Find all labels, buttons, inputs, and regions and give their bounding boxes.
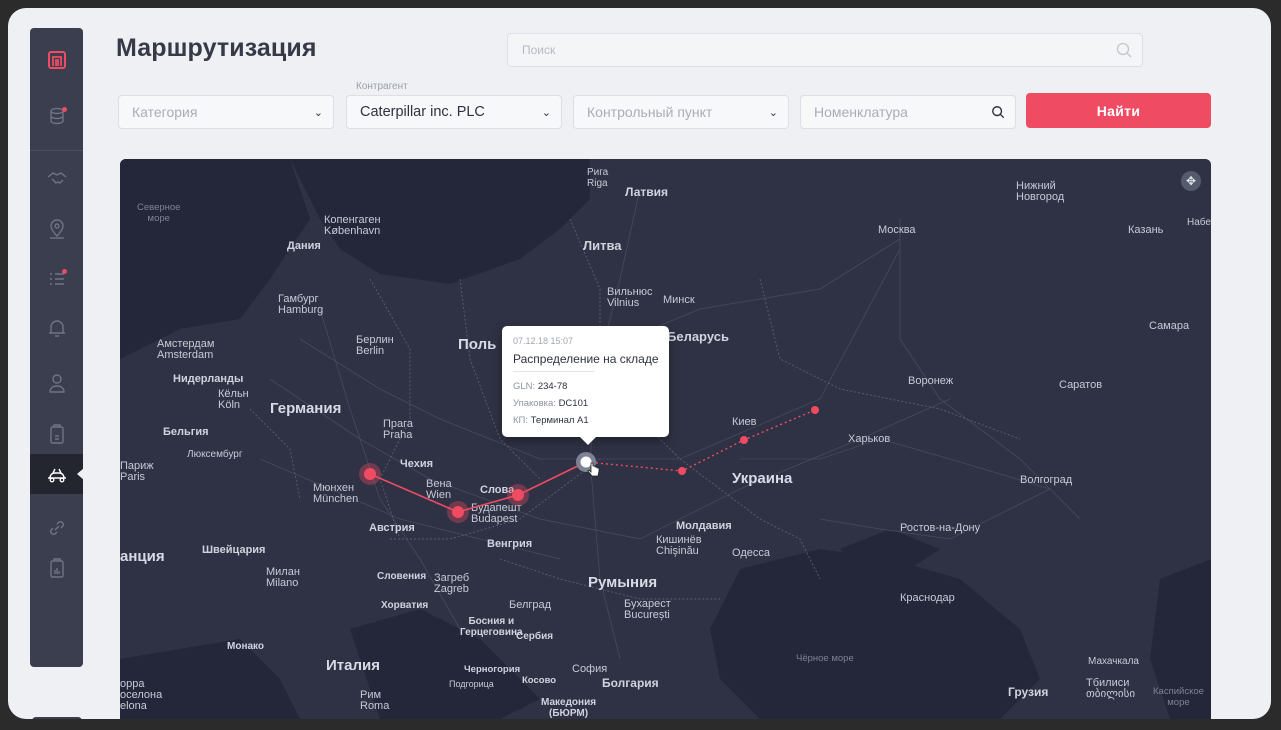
sidebar-item-database[interactable]	[30, 96, 83, 136]
sidebar	[30, 28, 84, 667]
search-icon[interactable]	[1116, 42, 1132, 58]
notification-dot	[62, 269, 67, 274]
document-icon	[49, 424, 64, 444]
user-icon	[48, 374, 65, 393]
route-point-tooltip: 07.12.18 15:07 Распределение на складе G…	[502, 326, 669, 445]
counterparty-label: Контрагент	[356, 81, 408, 92]
checkpoint-placeholder: Контрольный пункт	[587, 104, 713, 120]
tooltip-package: Упаковка: DC101	[513, 398, 589, 409]
chevron-down-icon: ⌄	[313, 106, 323, 119]
find-button[interactable]: Найти	[1026, 93, 1211, 128]
route-point-planned[interactable]	[811, 406, 819, 414]
tooltip-gln: GLN: 234-78	[513, 381, 568, 392]
tooltip-divider	[513, 371, 595, 372]
handshake-icon	[47, 172, 66, 184]
sidebar-item-reports[interactable]	[30, 548, 83, 588]
sidebar-logo[interactable]	[30, 40, 83, 80]
route-point-planned[interactable]	[740, 436, 748, 444]
sidebar-item-routing[interactable]	[30, 454, 84, 494]
nomenclature-field[interactable]: Номенклатура	[800, 95, 1016, 129]
checkpoint-select[interactable]: Контрольный пункт ⌄	[573, 95, 789, 129]
nomenclature-placeholder: Номенклатура	[814, 104, 908, 120]
route-overlay	[359, 406, 819, 523]
routing-icon	[47, 468, 66, 483]
notification-dot	[62, 107, 67, 112]
tooltip-checkpoint: КП: Терминал А1	[513, 415, 589, 426]
sidebar-item-tasks[interactable]	[30, 259, 83, 299]
sidebar-bottom-item[interactable]	[32, 717, 82, 719]
tooltip-time: 07.12.18 15:07	[513, 336, 574, 346]
sidebar-item-partners[interactable]	[30, 158, 83, 198]
search-input[interactable]	[508, 34, 1082, 66]
app-window: Маршрутизация Категория ⌄ Контрагент Cat…	[8, 8, 1271, 719]
link-icon	[49, 521, 64, 535]
category-select[interactable]: Категория ⌄	[118, 95, 334, 129]
category-placeholder: Категория	[132, 104, 198, 120]
active-pointer	[77, 468, 84, 480]
route-point[interactable]	[507, 484, 529, 506]
route-point[interactable]	[359, 463, 381, 485]
search-icon[interactable]	[991, 105, 1005, 119]
route-point-planned[interactable]	[678, 467, 686, 475]
route-point[interactable]	[447, 501, 469, 523]
counterparty-select[interactable]: Caterpillar inc. PLC ⌄	[346, 95, 562, 129]
counterparty-value: Caterpillar inc. PLC	[360, 104, 485, 120]
move-map-control[interactable]: ✥	[1181, 171, 1201, 191]
page-title: Маршрутизация	[116, 34, 317, 62]
sidebar-item-documents[interactable]	[30, 414, 83, 454]
sidebar-divider	[30, 150, 83, 151]
clipboard-chart-icon	[49, 558, 64, 578]
tooltip-title: Распределение на складе	[513, 352, 659, 366]
sidebar-item-locations[interactable]	[30, 209, 83, 249]
chevron-down-icon: ⌄	[768, 106, 778, 119]
route-map[interactable]: Рига Riga Латвия Нижний Новгород Северное м…	[120, 159, 1211, 719]
route-line-completed	[369, 461, 587, 513]
sidebar-item-links[interactable]	[30, 508, 83, 548]
logo-icon	[47, 51, 66, 69]
sidebar-item-notifications[interactable]	[30, 308, 83, 348]
global-search	[507, 33, 1143, 67]
sidebar-item-users[interactable]	[30, 363, 83, 403]
location-pin-icon	[49, 219, 64, 239]
bell-icon	[48, 320, 65, 337]
chevron-down-icon: ⌄	[541, 106, 551, 119]
